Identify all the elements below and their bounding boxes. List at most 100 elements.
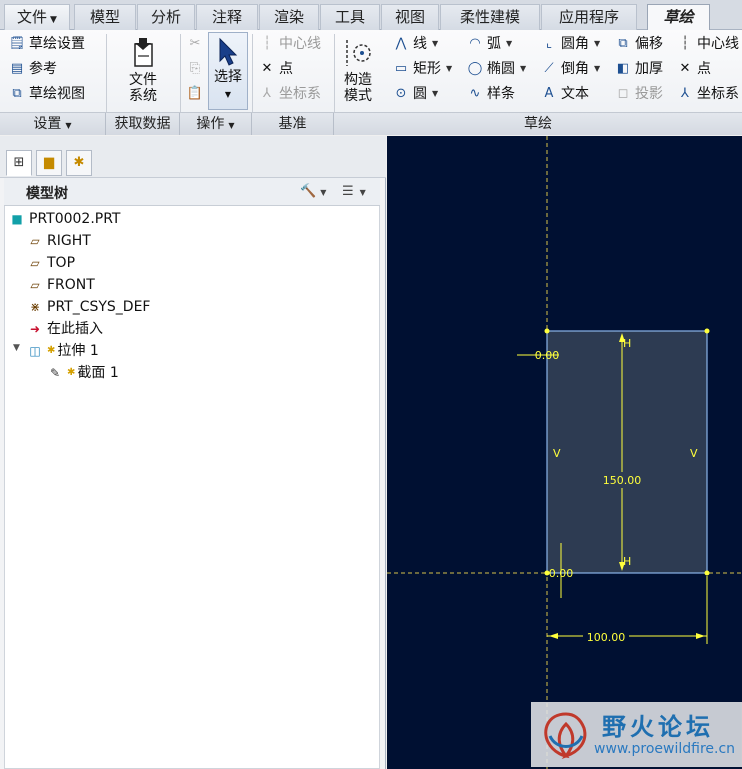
point-x-icon: ✕ xyxy=(261,61,273,76)
line-label: 线 xyxy=(413,36,427,52)
tab-model-tree[interactable]: ⊞ xyxy=(6,150,32,176)
tree-show-button[interactable]: ☰ ▼ xyxy=(342,182,366,202)
sketch-view-button[interactable]: ⧉ 草绘视图 xyxy=(8,83,85,105)
spline-button[interactable]: ∿ 样条 xyxy=(466,83,515,105)
tree-item-section[interactable]: ✎ ✱ 截面 1 xyxy=(47,362,119,384)
offset-label: 偏移 xyxy=(635,36,663,52)
tree-item-insert-here[interactable]: ➜ 在此插入 xyxy=(27,318,103,340)
select-button[interactable]: 选择 ▼ xyxy=(208,32,248,110)
group-label-setup[interactable]: 设置 ▼ xyxy=(0,113,106,135)
datum-point-button[interactable]: ✕ 点 xyxy=(258,58,293,80)
thicken-button[interactable]: ◧ 加厚 xyxy=(614,58,663,80)
tree-item-csys[interactable]: ⋇ PRT_CSYS_DEF xyxy=(27,296,151,318)
watermark-url: www.proewildfire.cn xyxy=(594,741,736,757)
ellipse-button[interactable]: ◯ 椭圆 ▼ xyxy=(466,58,526,80)
tab-tools-label: 工具 xyxy=(334,8,365,26)
tab-file[interactable]: 文件 ▼ xyxy=(4,4,70,30)
tab-sketch[interactable]: 草绘 xyxy=(647,4,710,31)
sketch-centerline-button[interactable]: ┆ 中心线 xyxy=(676,33,739,55)
tree-item-part[interactable]: ■ PRT0002.PRT xyxy=(9,208,120,230)
arc-button[interactable]: ◠ 弧 ▼ xyxy=(466,33,512,55)
ribbon-group-labels: 设置 ▼ 获取数据 操作 ▼ 基准 草绘 xyxy=(0,112,742,135)
vertical-constraint-right[interactable]: V xyxy=(690,447,698,460)
offset-button[interactable]: ⧉ 偏移 xyxy=(614,33,663,55)
spline-label: 样条 xyxy=(487,86,515,102)
chamfer-button[interactable]: ⟋ 倒角 ▼ xyxy=(540,58,600,80)
fillet-button[interactable]: ⌞ 圆角 ▼ xyxy=(540,33,600,55)
width-dimension[interactable]: 100.00 xyxy=(587,631,626,644)
tree-settings-button[interactable]: 🔨 ▼ xyxy=(300,182,326,202)
bottom-offset-dimension[interactable]: 0.00 xyxy=(549,567,574,580)
group-label-operations[interactable]: 操作 ▼ xyxy=(180,113,252,135)
collapse-icon[interactable]: ▼ xyxy=(13,343,20,353)
group-label-setup-text: 设置 xyxy=(33,116,62,132)
reference-button[interactable]: ▤ 参考 xyxy=(8,58,57,80)
chevron-down-icon: ▼ xyxy=(320,188,327,197)
paste-button[interactable]: 📋 xyxy=(186,83,207,105)
circle-label: 圆 xyxy=(413,86,427,102)
datum-csys-button[interactable]: ⅄ 坐标系 xyxy=(258,83,321,105)
sketch-setup-label: 草绘设置 xyxy=(29,36,85,52)
section-icon: ✎ xyxy=(49,366,61,380)
tree-item-label: 在此插入 xyxy=(47,321,103,337)
circle-button[interactable]: ⊙ 圆 ▼ xyxy=(392,83,439,105)
datum-plane-icon: ▱ xyxy=(30,278,40,292)
tab-analysis[interactable]: 分析 xyxy=(137,4,195,30)
tab-annotate[interactable]: 注释 xyxy=(196,4,258,30)
tree-item-front[interactable]: ▱ FRONT xyxy=(27,274,94,296)
tab-flexible-modeling[interactable]: 柔性建模 xyxy=(440,4,540,30)
datum-centerline-button[interactable]: ┆ 中心线 xyxy=(258,33,321,55)
file-system-button[interactable]: 文件 系统 xyxy=(116,36,170,104)
copy-button[interactable]: ⎘ xyxy=(186,58,207,80)
graphics-window[interactable]: 150.00 100.00 0.00 0.00 H H V V xyxy=(387,136,742,769)
sketch-setup-button[interactable]: 🗒 草绘设置 xyxy=(8,33,85,55)
sketch-rectangle[interactable] xyxy=(546,330,708,574)
circle-icon: ⊙ xyxy=(395,86,407,101)
tree-item-extrude[interactable]: ◫ ✱ 拉伸 1 xyxy=(27,340,98,362)
tab-tools[interactable]: 工具 xyxy=(320,4,380,30)
ellipse-label: 椭圆 xyxy=(487,61,515,77)
tab-folder-browser[interactable]: ▆ xyxy=(36,150,62,176)
offset-icon: ⧉ xyxy=(618,36,628,51)
tree-item-right[interactable]: ▱ RIGHT xyxy=(27,230,90,252)
tab-analysis-label: 分析 xyxy=(150,8,181,26)
tree-item-top[interactable]: ▱ TOP xyxy=(27,252,75,274)
sketch-centerline-label: 中心线 xyxy=(697,36,739,52)
tab-annotate-label: 注释 xyxy=(211,8,242,26)
datum-plane-icon: ▱ xyxy=(30,234,40,248)
menu-bar: 文件 ▼ 模型 分析 注释 渲染 工具 视图 柔性建模 应用程序 草绘 xyxy=(0,0,742,31)
sketch-csys-button[interactable]: ⅄ 坐标系 xyxy=(676,83,739,105)
tab-model[interactable]: 模型 xyxy=(74,4,136,30)
horizontal-constraint-top[interactable]: H xyxy=(623,337,631,350)
vertex-top-left[interactable] xyxy=(544,328,550,334)
sketch-setup-icon: 🗒 xyxy=(8,36,26,51)
tab-favorites[interactable]: ✱ xyxy=(66,150,92,176)
height-dimension[interactable]: 150.00 xyxy=(603,474,642,487)
top-offset-dimension[interactable]: 0.00 xyxy=(535,349,560,362)
text-button[interactable]: A 文本 xyxy=(540,83,589,105)
chevron-down-icon: ▼ xyxy=(50,15,57,25)
tab-render[interactable]: 渲染 xyxy=(259,4,319,30)
construction-mode-button[interactable]: 构造 模式 xyxy=(338,36,378,104)
tab-applications[interactable]: 应用程序 xyxy=(541,4,637,30)
vertex-top-right[interactable] xyxy=(704,328,710,334)
vertex-bottom-right[interactable] xyxy=(704,570,710,576)
chevron-down-icon: ▼ xyxy=(520,64,527,73)
tab-view[interactable]: 视图 xyxy=(381,4,439,30)
favorites-icon: ✱ xyxy=(73,155,85,170)
rectangle-button[interactable]: ▭ 矩形 ▼ xyxy=(392,58,452,80)
text-icon: A xyxy=(544,86,554,101)
line-button[interactable]: ⋀ 线 ▼ xyxy=(392,33,439,55)
ellipse-icon: ◯ xyxy=(467,61,483,76)
sketch-point-button[interactable]: ✕ 点 xyxy=(676,58,711,80)
horizontal-constraint-bottom[interactable]: H xyxy=(623,555,631,568)
arc-label: 弧 xyxy=(487,36,501,52)
cut-button[interactable]: ✂ xyxy=(186,33,207,55)
group-divider xyxy=(106,34,107,112)
model-tree-title: 模型树 xyxy=(26,186,68,202)
sketch-point-label: 点 xyxy=(697,61,711,77)
project-button[interactable]: ◻ 投影 xyxy=(614,83,663,105)
vertical-constraint-left[interactable]: V xyxy=(553,447,561,460)
datum-point-label: 点 xyxy=(279,61,293,77)
datum-plane-icon: ▱ xyxy=(30,256,40,270)
